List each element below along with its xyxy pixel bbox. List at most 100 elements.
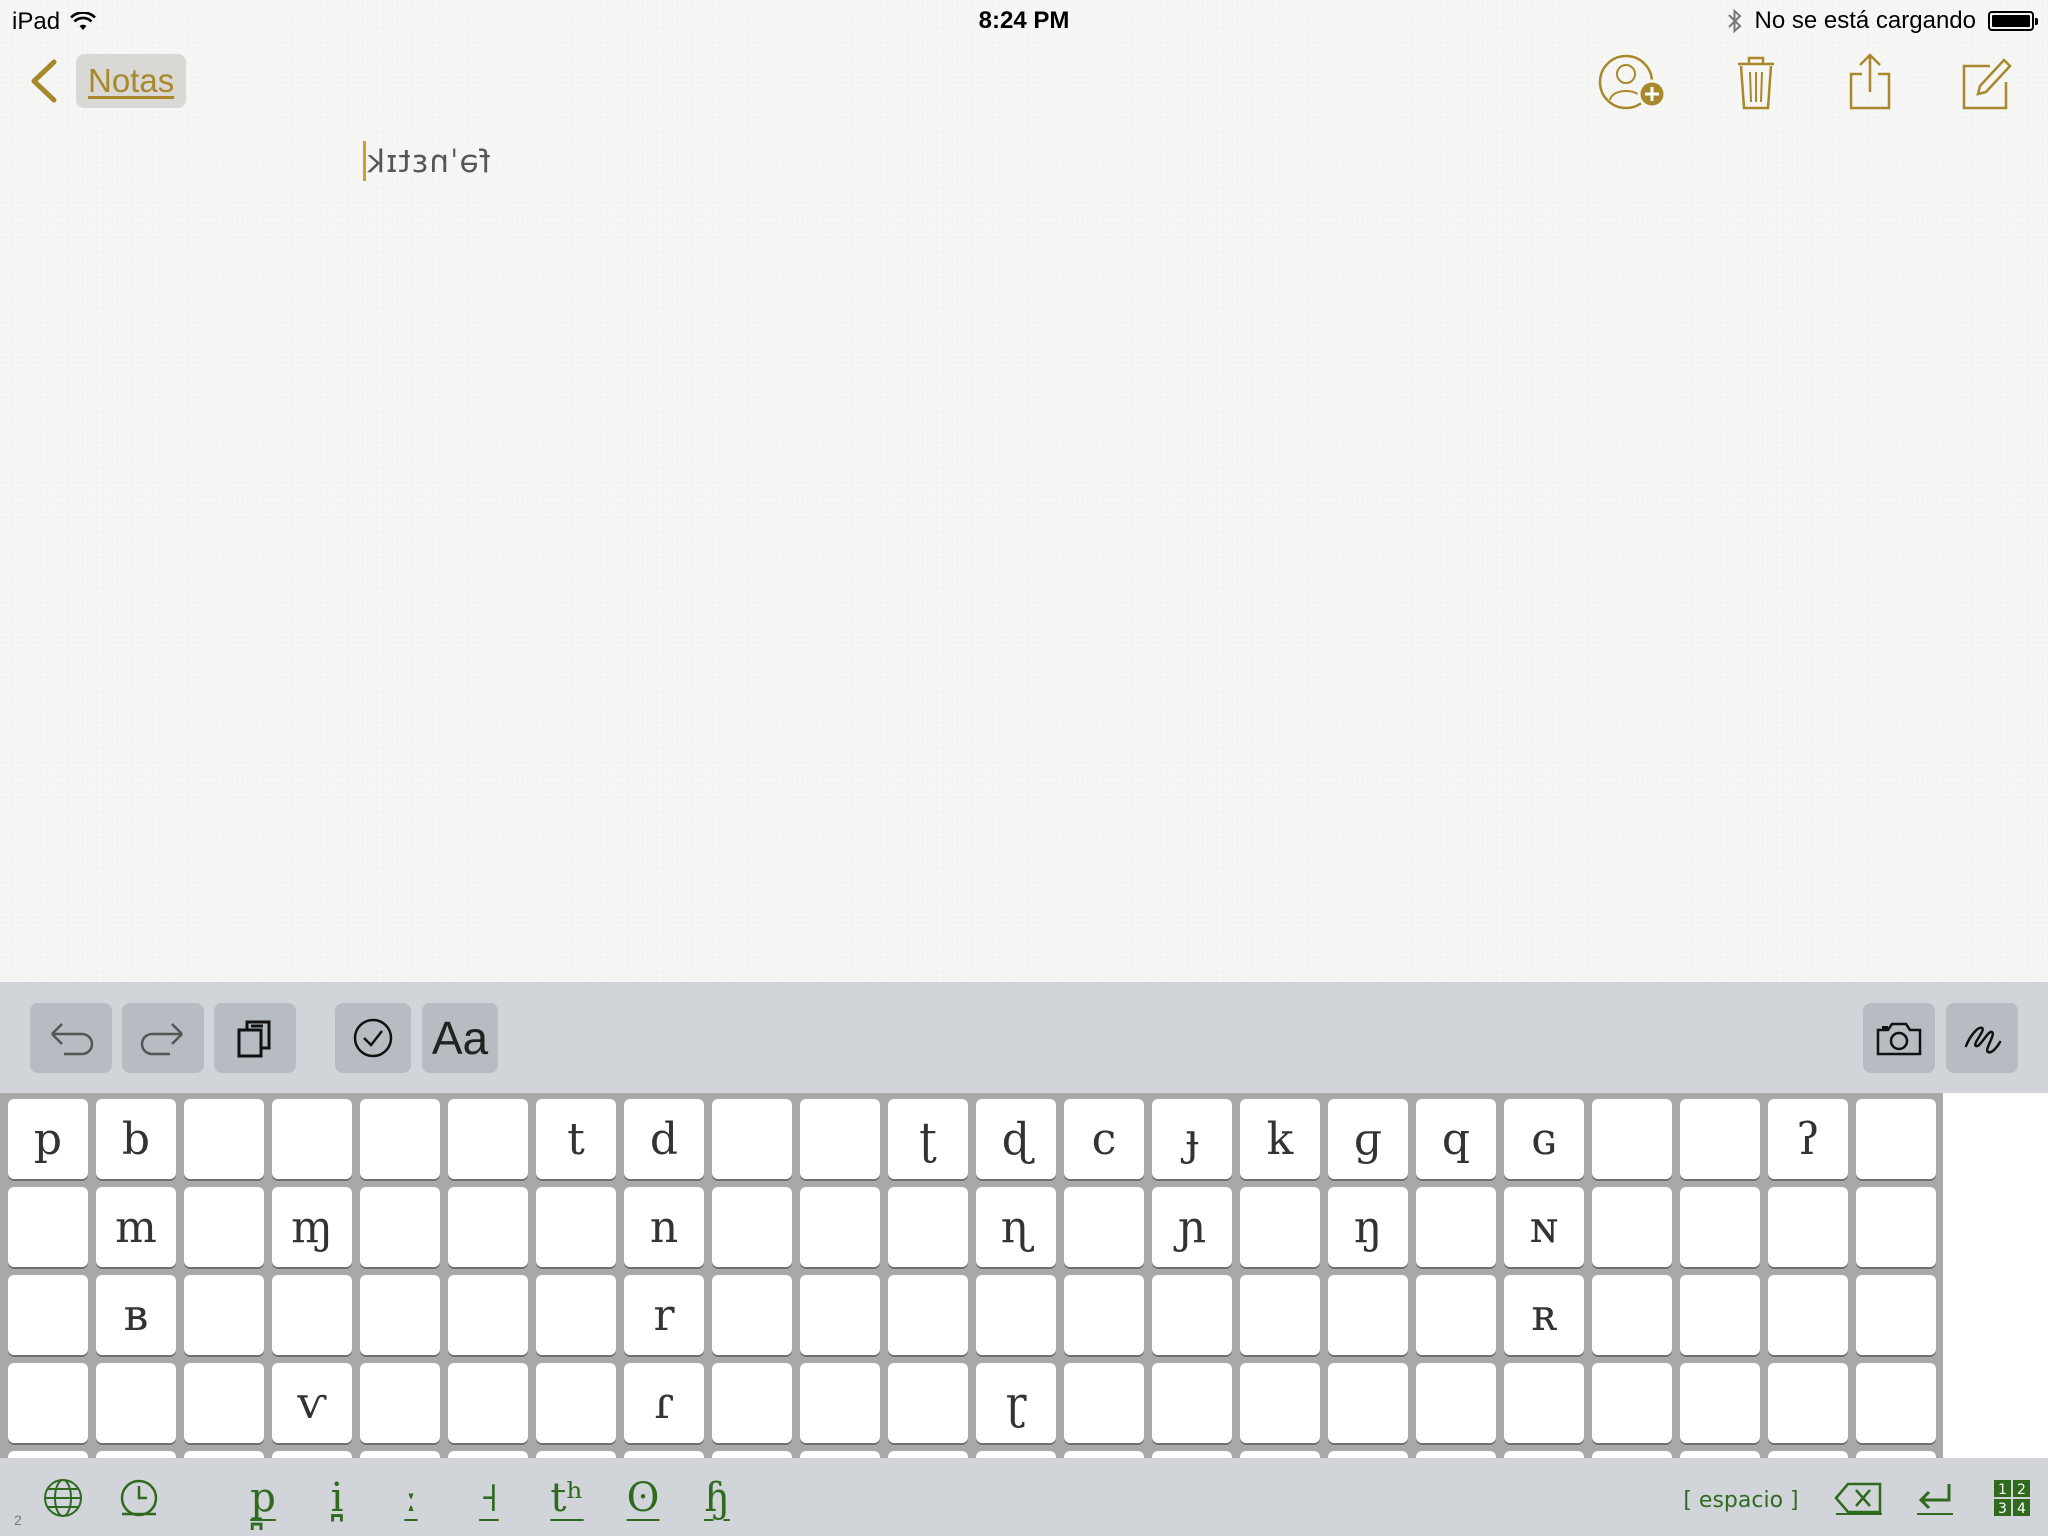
- ipa-key[interactable]: [1064, 1187, 1144, 1267]
- redo-button[interactable]: [122, 1003, 204, 1073]
- ipa-key[interactable]: [800, 1363, 880, 1443]
- diacritic-key[interactable]: p̪: [242, 1474, 284, 1522]
- ipa-key[interactable]: q: [1416, 1099, 1496, 1179]
- ipa-key[interactable]: [976, 1451, 1056, 1458]
- ipa-key[interactable]: [800, 1099, 880, 1179]
- ipa-key[interactable]: [448, 1187, 528, 1267]
- ipa-key[interactable]: [1240, 1275, 1320, 1355]
- diacritic-key[interactable]: ː: [390, 1474, 432, 1522]
- ipa-key[interactable]: [1856, 1363, 1936, 1443]
- ipa-key[interactable]: [360, 1451, 440, 1458]
- ipa-key[interactable]: [712, 1275, 792, 1355]
- ipa-key[interactable]: [184, 1451, 264, 1458]
- ipa-key[interactable]: [1240, 1187, 1320, 1267]
- ipa-key[interactable]: [184, 1275, 264, 1355]
- ipa-key[interactable]: r: [624, 1275, 704, 1355]
- numbers-button[interactable]: 1 2 3 4: [1990, 1474, 2034, 1522]
- ipa-key[interactable]: ŋ: [1328, 1187, 1408, 1267]
- ipa-key[interactable]: [1592, 1451, 1672, 1458]
- ipa-key[interactable]: t: [536, 1099, 616, 1179]
- ipa-key[interactable]: [360, 1099, 440, 1179]
- ipa-key[interactable]: [712, 1187, 792, 1267]
- ipa-key[interactable]: [1768, 1451, 1848, 1458]
- ipa-key[interactable]: ʙ: [96, 1275, 176, 1355]
- ipa-key[interactable]: [184, 1099, 264, 1179]
- undo-button[interactable]: [30, 1003, 112, 1073]
- ipa-key[interactable]: ɢ: [1504, 1099, 1584, 1179]
- ipa-key[interactable]: ɱ: [272, 1187, 352, 1267]
- ipa-key[interactable]: [976, 1275, 1056, 1355]
- return-button[interactable]: [1910, 1474, 1960, 1522]
- ipa-key[interactable]: ɳ: [976, 1187, 1056, 1267]
- ipa-key[interactable]: [448, 1451, 528, 1458]
- ipa-key[interactable]: [8, 1187, 88, 1267]
- ipa-key[interactable]: [360, 1187, 440, 1267]
- ipa-key[interactable]: [1504, 1363, 1584, 1443]
- ipa-key[interactable]: [800, 1451, 880, 1458]
- ipa-key[interactable]: [1416, 1451, 1496, 1458]
- ipa-key[interactable]: [448, 1099, 528, 1179]
- ipa-key[interactable]: ⱱ: [272, 1363, 352, 1443]
- ipa-key[interactable]: [1768, 1275, 1848, 1355]
- ipa-key[interactable]: n: [624, 1187, 704, 1267]
- ipa-key[interactable]: [1856, 1187, 1936, 1267]
- ipa-key[interactable]: [1504, 1451, 1584, 1458]
- space-key[interactable]: [ espacio ]: [1676, 1484, 1806, 1516]
- trash-button[interactable]: [1724, 52, 1792, 114]
- paste-button[interactable]: [214, 1003, 296, 1073]
- ipa-key[interactable]: [1240, 1451, 1320, 1458]
- ipa-key[interactable]: ʀ: [1504, 1275, 1584, 1355]
- ipa-key[interactable]: [1680, 1099, 1760, 1179]
- ipa-key[interactable]: [1856, 1099, 1936, 1179]
- note-text-field[interactable]: fəˈnɛtɪk: [362, 140, 491, 181]
- ipa-key[interactable]: [1328, 1363, 1408, 1443]
- ipa-key[interactable]: d: [624, 1099, 704, 1179]
- diacritic-key[interactable]: ɧ: [696, 1474, 738, 1522]
- ipa-key[interactable]: ɖ: [976, 1099, 1056, 1179]
- back-button[interactable]: Notas: [26, 54, 187, 108]
- ipa-key[interactable]: [8, 1363, 88, 1443]
- diacritic-key[interactable]: ʘ: [622, 1474, 664, 1522]
- ipa-key[interactable]: [536, 1275, 616, 1355]
- ipa-key[interactable]: [1592, 1187, 1672, 1267]
- ipa-key[interactable]: [536, 1451, 616, 1458]
- ipa-key[interactable]: [360, 1275, 440, 1355]
- ipa-key[interactable]: [272, 1275, 352, 1355]
- ipa-key[interactable]: [96, 1363, 176, 1443]
- ipa-key[interactable]: ɲ: [1152, 1187, 1232, 1267]
- share-button[interactable]: [1838, 52, 1906, 114]
- ipa-key[interactable]: [1416, 1275, 1496, 1355]
- ipa-key[interactable]: ʈ: [888, 1099, 968, 1179]
- ipa-key[interactable]: [360, 1363, 440, 1443]
- ipa-key[interactable]: [272, 1451, 352, 1458]
- ipa-key[interactable]: [888, 1363, 968, 1443]
- ipa-key[interactable]: [1328, 1275, 1408, 1355]
- ipa-key[interactable]: [888, 1187, 968, 1267]
- diacritic-key[interactable]: i̪: [316, 1474, 358, 1522]
- ipa-key[interactable]: [1592, 1275, 1672, 1355]
- ipa-key[interactable]: [888, 1275, 968, 1355]
- ipa-key[interactable]: [800, 1187, 880, 1267]
- ipa-key[interactable]: [1064, 1451, 1144, 1458]
- ipa-key[interactable]: [1240, 1363, 1320, 1443]
- ipa-key[interactable]: [1856, 1275, 1936, 1355]
- add-person-button[interactable]: [1596, 52, 1667, 114]
- camera-button[interactable]: [1863, 1003, 1935, 1073]
- sketch-button[interactable]: [1946, 1003, 2018, 1073]
- diacritic-key[interactable]: tʰ: [546, 1474, 588, 1522]
- ipa-key[interactable]: c: [1064, 1099, 1144, 1179]
- ipa-key[interactable]: ɽ: [976, 1363, 1056, 1443]
- ipa-key[interactable]: [800, 1275, 880, 1355]
- ipa-key[interactable]: [1152, 1363, 1232, 1443]
- ipa-key[interactable]: [184, 1187, 264, 1267]
- ipa-key[interactable]: [8, 1451, 88, 1458]
- ipa-key[interactable]: ɟ: [1152, 1099, 1232, 1179]
- ipa-key[interactable]: [96, 1451, 176, 1458]
- ipa-key[interactable]: [1328, 1451, 1408, 1458]
- ipa-key[interactable]: [1680, 1187, 1760, 1267]
- ipa-key[interactable]: ɴ: [1504, 1187, 1584, 1267]
- note-paper-background[interactable]: [0, 0, 2048, 982]
- ipa-key[interactable]: [1592, 1099, 1672, 1179]
- ipa-key[interactable]: ɡ: [1328, 1099, 1408, 1179]
- ipa-key[interactable]: m: [96, 1187, 176, 1267]
